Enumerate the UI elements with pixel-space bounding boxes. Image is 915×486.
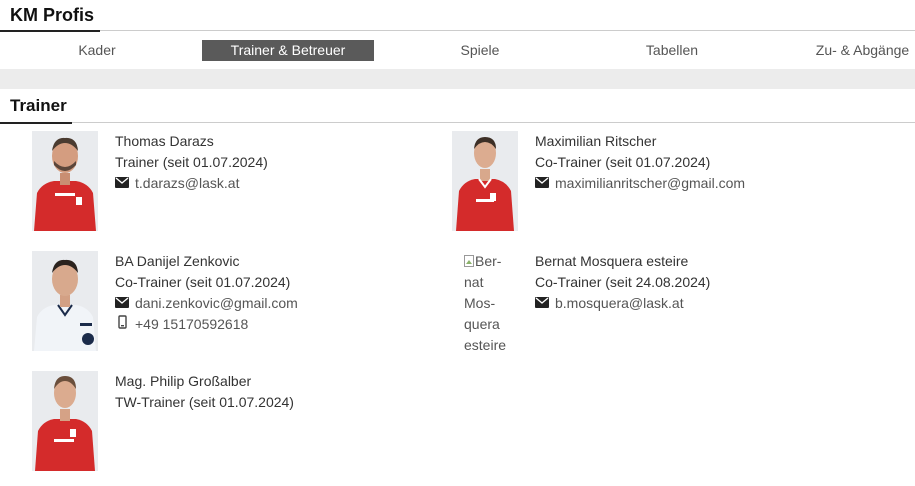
person-photo-alt-text: Ber- nat Mos- quera esteire [464, 253, 507, 353]
team-title-underline [0, 30, 100, 32]
person-photo [32, 131, 98, 231]
person-role: Co-Trainer (seit 01.07.2024) [535, 154, 711, 170]
broken-image-icon [464, 255, 474, 267]
email-link[interactable]: b.mosquera@lask.at [555, 293, 684, 314]
tab-zu-abgaenge[interactable]: Zu- & Abgänge [810, 40, 915, 61]
tab-kader[interactable]: Kader [37, 40, 157, 61]
person-role: Co-Trainer (seit 24.08.2024) [535, 274, 711, 290]
section-title-trainer: Trainer [10, 96, 67, 115]
person-role: TW-Trainer (seit 01.07.2024) [115, 394, 294, 410]
mobile-phone-icon [115, 314, 129, 335]
person-name: BA Danijel Zenkovic [115, 253, 240, 269]
grey-band [0, 69, 915, 89]
section-title-underline [0, 122, 72, 124]
email-link[interactable]: dani.zenkovic@gmail.com [135, 293, 298, 314]
envelope-icon [115, 173, 129, 194]
person-role: Trainer (seit 01.07.2024) [115, 154, 268, 170]
person-name: Bernat Mosquera esteire [535, 253, 689, 269]
person-name: Thomas Darazs [115, 133, 214, 149]
team-title-divider [100, 30, 915, 31]
person-photo [452, 131, 518, 231]
envelope-icon [115, 293, 129, 314]
email-link[interactable]: maximilianritscher@gmail.com [555, 173, 745, 194]
envelope-icon [535, 293, 549, 314]
person-photo [32, 371, 98, 471]
person-name: Maximilian Ritscher [535, 133, 657, 149]
person-role: Co-Trainer (seit 01.07.2024) [115, 274, 291, 290]
phone-link[interactable]: +49 15170592618 [135, 314, 248, 335]
tab-spiele[interactable]: Spiele [420, 40, 540, 61]
team-tab-bar: Kader Trainer & Betreuer Spiele Tabellen… [0, 40, 915, 61]
email-link[interactable]: t.darazs@lask.at [135, 173, 239, 194]
person-photo [32, 251, 98, 351]
section-divider [72, 122, 915, 123]
tab-tabellen[interactable]: Tabellen [612, 40, 732, 61]
person-name: Mag. Philip Großalber [115, 373, 252, 389]
team-title: KM Profis [10, 5, 95, 25]
tab-trainer-betreuer[interactable]: Trainer & Betreuer [202, 40, 374, 61]
envelope-icon [535, 173, 549, 194]
